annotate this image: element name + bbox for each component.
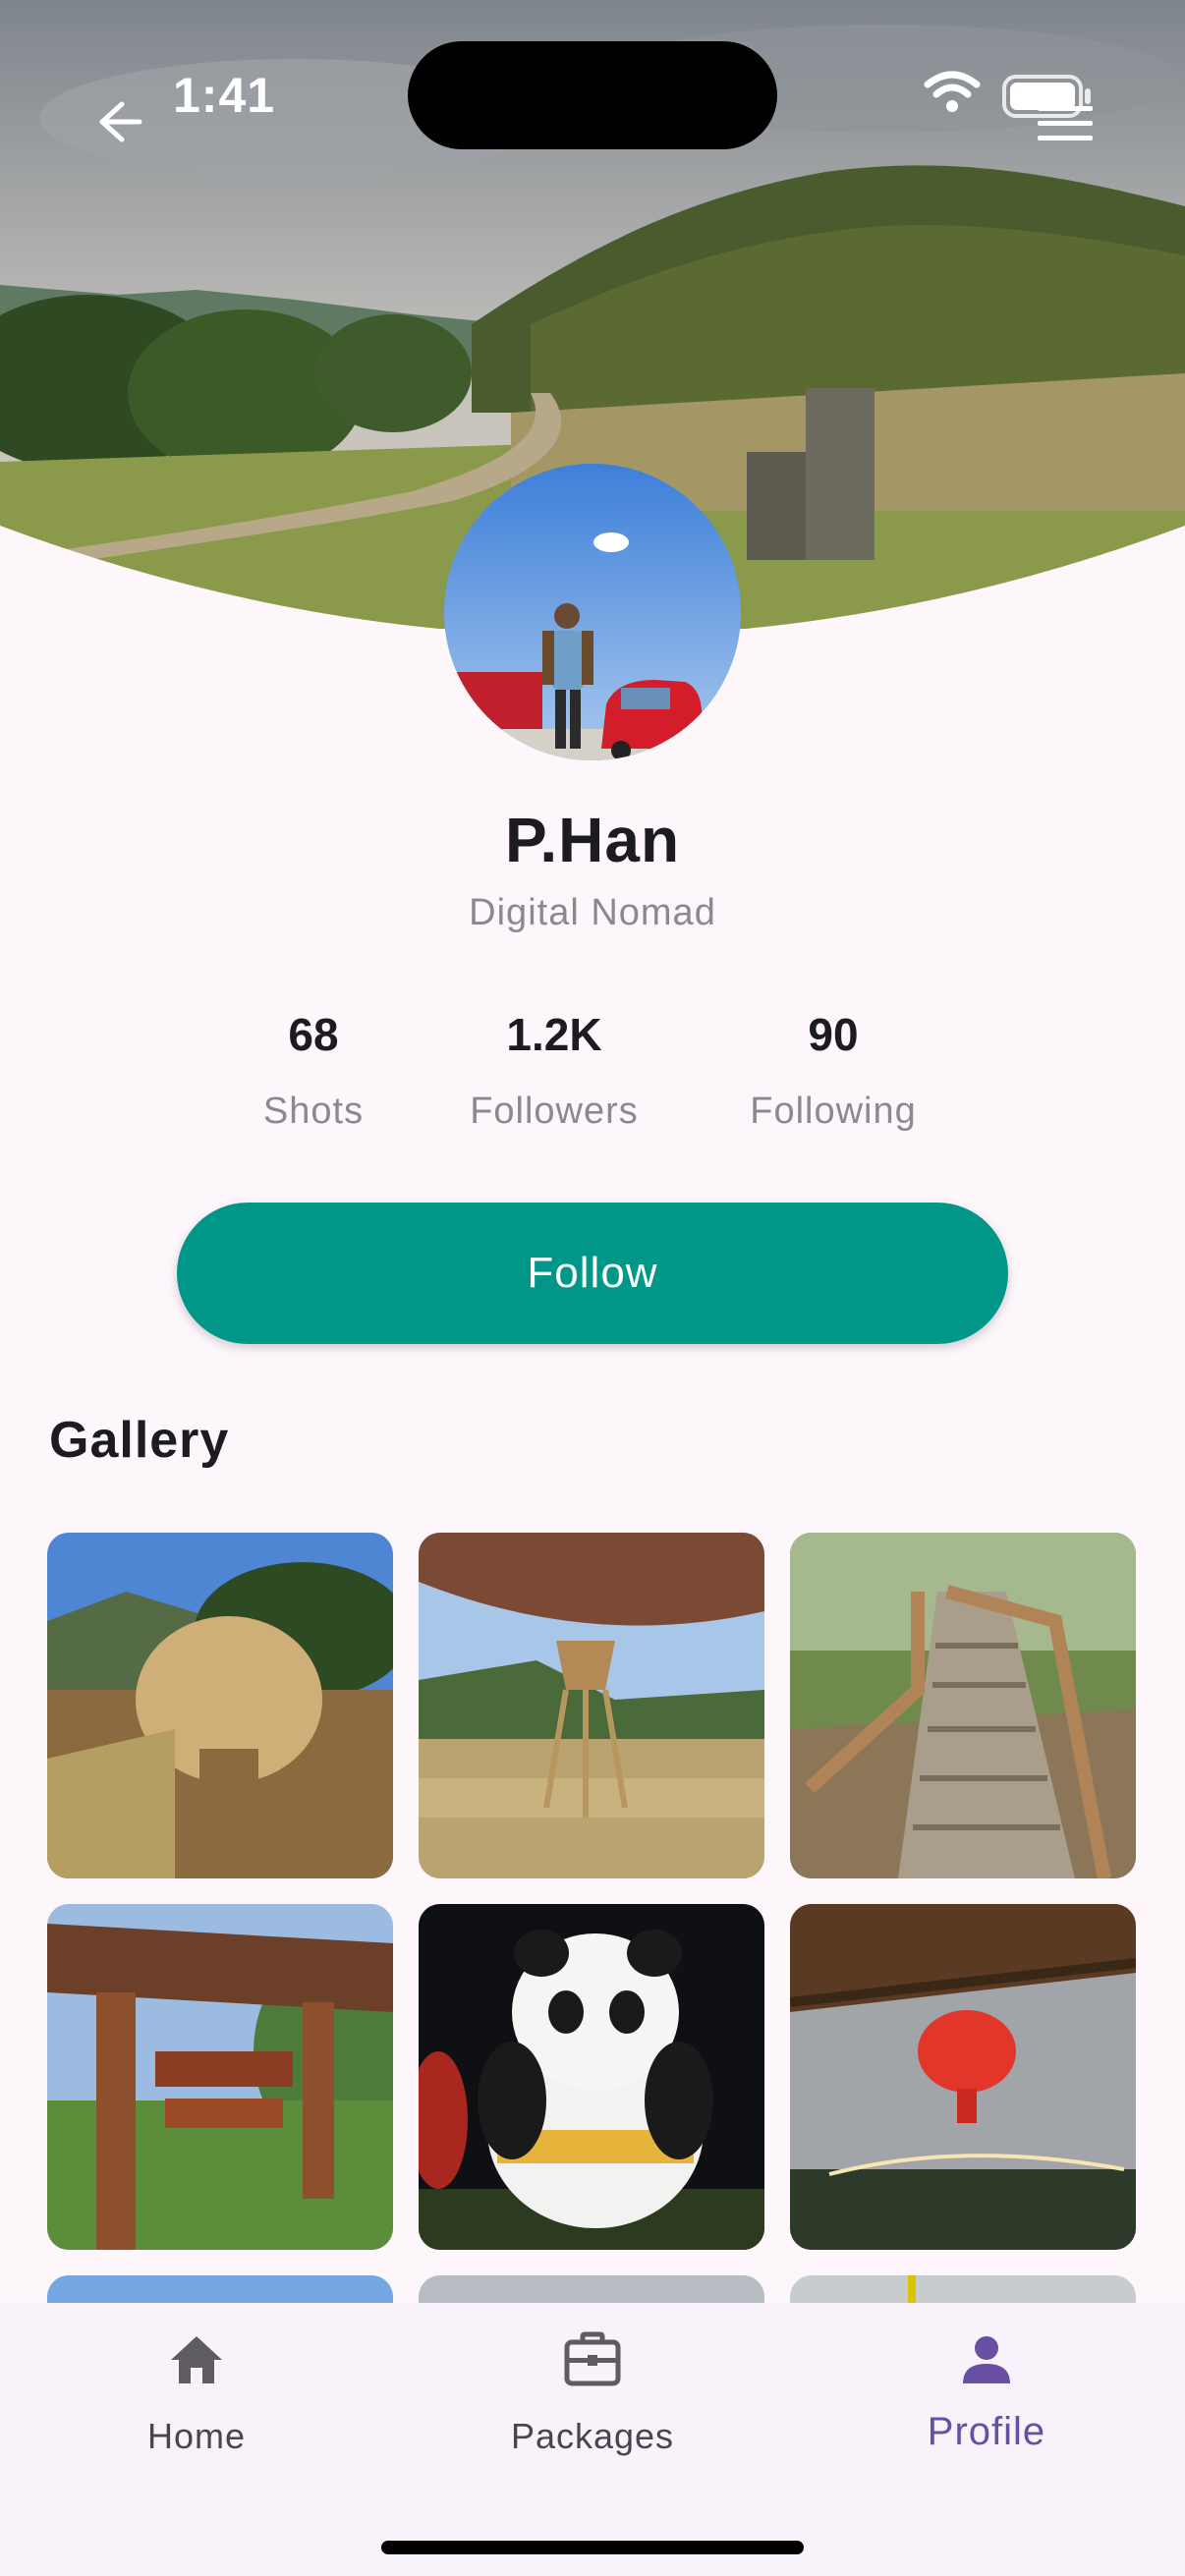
- stat-value: 68: [288, 1009, 339, 1060]
- stat-shots: 68 Shots: [196, 1008, 431, 1133]
- profile-role: Digital Nomad: [469, 892, 716, 933]
- stat-following: 90 Following: [715, 1008, 951, 1133]
- follow-button[interactable]: Follow: [177, 1203, 1008, 1344]
- briefcase-icon: [564, 2331, 621, 2386]
- gallery-item-wooden-stairs[interactable]: [790, 1533, 1136, 1878]
- stat-value: 1.2K: [506, 1009, 602, 1060]
- person-icon: [963, 2336, 1010, 2383]
- menu-icon[interactable]: [1034, 104, 1097, 143]
- nav-label-home: Home: [146, 2416, 247, 2456]
- profile-name: P.Han: [504, 805, 681, 875]
- avatar: [444, 464, 741, 760]
- stat-label: Following: [750, 1091, 917, 1132]
- stat-label: Followers: [470, 1091, 639, 1132]
- gallery-item-tourist-sign[interactable]: [47, 1904, 393, 2250]
- stat-value: 90: [808, 1009, 859, 1060]
- back-button[interactable]: [86, 90, 149, 153]
- status-time: 1:41: [173, 68, 276, 123]
- gallery-item-red-lantern[interactable]: [790, 1904, 1136, 2250]
- gallery-item-panda-balloon[interactable]: [419, 1904, 764, 2250]
- nav-item-home[interactable]: Home: [69, 2328, 324, 2457]
- dynamic-island: [408, 41, 777, 149]
- home-icon: [171, 2336, 222, 2383]
- stat-followers: 1.2K Followers: [436, 1008, 672, 1133]
- nav-label-packages: Packages: [510, 2416, 675, 2456]
- arrow-left-icon: [99, 101, 142, 142]
- profile-screen: 1:41 P.Han Digital Nomad 68 Shots 1.2K F…: [0, 0, 1185, 2576]
- nav-item-packages[interactable]: Packages: [465, 2328, 720, 2457]
- stat-label: Shots: [262, 1091, 365, 1132]
- nav-label-profile: Profile: [927, 2410, 1046, 2453]
- home-indicator[interactable]: [381, 2541, 804, 2554]
- gallery-item-hanging-lantern[interactable]: [419, 1533, 764, 1878]
- nav-item-profile[interactable]: Profile: [859, 2328, 1114, 2454]
- gallery-item-dried-flowers[interactable]: [47, 1533, 393, 1878]
- gallery-title: Gallery: [49, 1412, 230, 1469]
- wifi-icon: [924, 71, 981, 112]
